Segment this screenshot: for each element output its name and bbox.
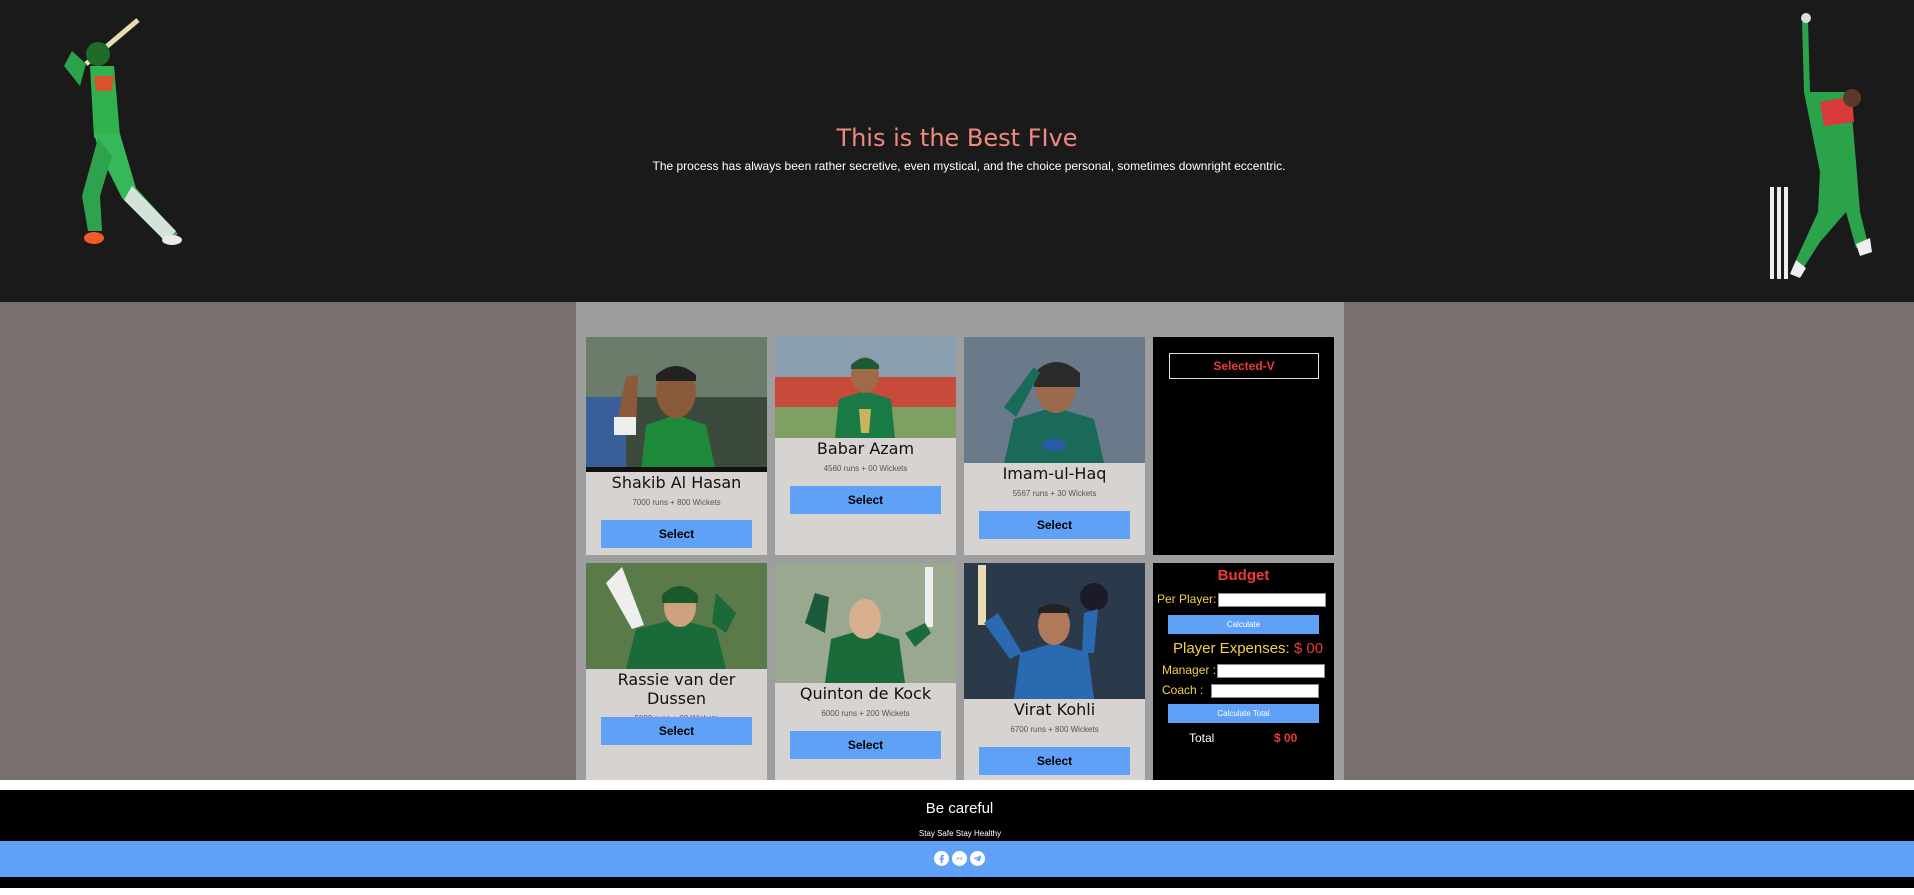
player-photo (775, 563, 956, 683)
bowler-image (1770, 13, 1872, 279)
manager-label: Manager : (1162, 663, 1217, 677)
player-name: Imam-ul-Haq (1002, 464, 1107, 483)
telegram-icon[interactable] (970, 851, 985, 866)
facebook-icon[interactable] (934, 851, 949, 866)
total-value: $ 00 (1274, 731, 1298, 745)
footer: Be careful Stay Safe Stay Healthy (0, 790, 1914, 841)
footer-title: Be careful (925, 800, 994, 817)
player-stats: 6000 runs + 200 Wickets (821, 709, 910, 718)
player-photo (586, 563, 767, 669)
budget-title: Budget (1217, 567, 1270, 584)
player-photo (775, 337, 956, 438)
select-button[interactable]: Select (790, 486, 941, 514)
select-button[interactable]: Select (790, 731, 941, 759)
player-card: Quinton de Kock 6000 runs + 200 Wickets … (775, 563, 956, 780)
player-card: Babar Azam 4560 runs + 00 Wickets Select (775, 337, 956, 555)
player-card: Virat Kohli 6700 runs + 800 Wickets Sele… (964, 563, 1145, 780)
selected-title: Selected-V (1169, 353, 1319, 379)
calculate-button[interactable]: Calculate (1168, 615, 1319, 634)
messenger-icon[interactable] (952, 851, 967, 866)
per-player-label: Per Player: (1157, 592, 1217, 606)
select-button[interactable]: Select (601, 520, 752, 548)
total-label: Total (1189, 731, 1215, 745)
social-icons (934, 851, 985, 866)
player-expenses-label: Player Expenses: (1173, 640, 1290, 657)
player-photo (964, 563, 1145, 699)
player-card: Imam-ul-Haq 5567 runs + 30 Wickets Selec… (964, 337, 1145, 555)
player-expenses-value: $ 00 (1293, 640, 1324, 657)
player-name: Rassie van der Dussen (617, 670, 736, 708)
calculate-total-button[interactable]: Calculate Total (1168, 704, 1319, 723)
page-subtitle: The process has always been rather secre… (652, 159, 1286, 173)
player-name: Shakib Al Hasan (611, 473, 742, 492)
player-card: Rassie van der Dussen 5000 runs + 00 Wic… (586, 563, 767, 780)
page-title: This is the Best FIve (836, 124, 1078, 152)
player-stats: 5567 runs + 30 Wickets (1012, 489, 1097, 498)
player-name: Babar Azam (816, 439, 915, 458)
player-photo (586, 337, 767, 472)
coach-input[interactable] (1211, 684, 1319, 698)
player-name: Virat Kohli (1013, 700, 1096, 719)
footer-subtitle: Stay Safe Stay Healthy (918, 829, 1002, 838)
bottom-bar (0, 877, 1914, 888)
player-card: Shakib Al Hasan 7000 runs + 800 Wickets … (586, 337, 767, 555)
player-photo (964, 337, 1145, 463)
player-stats: 6700 runs + 800 Wickets (1010, 725, 1099, 734)
select-button[interactable]: Select (979, 747, 1130, 775)
player-stats: 4560 runs + 00 Wickets (823, 464, 908, 473)
manager-input[interactable] (1217, 664, 1325, 678)
player-name: Quinton de Kock (799, 684, 932, 703)
per-player-input[interactable] (1218, 593, 1326, 607)
budget-panel: Budget Per Player: Calculate Player Expe… (1153, 563, 1334, 780)
select-button[interactable]: Select (979, 511, 1130, 539)
coach-label: Coach : (1162, 683, 1204, 697)
player-stats: 7000 runs + 800 Wickets (632, 498, 721, 507)
select-button[interactable]: Select (601, 717, 752, 745)
social-bar (0, 841, 1914, 877)
player-expenses: Player Expenses: $ 00 (1173, 640, 1323, 657)
selected-players-panel: Selected-V (1153, 337, 1334, 555)
header-banner: This is the Best FIve The process has al… (0, 0, 1914, 302)
